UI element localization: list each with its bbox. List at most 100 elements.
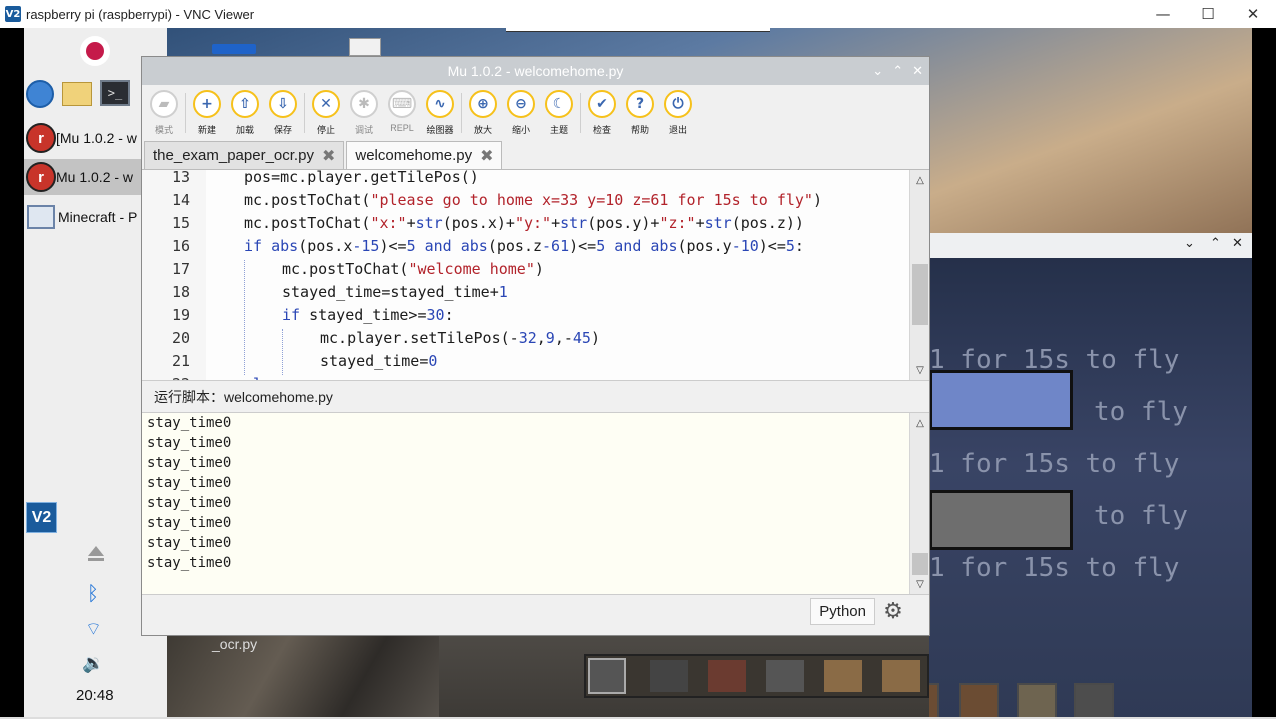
file-manager-icon[interactable] (62, 82, 92, 106)
output-line: stay_time0 (147, 415, 232, 431)
hotbar-slot[interactable] (882, 660, 920, 692)
toolbar-button-help[interactable]: ? 帮助 (621, 85, 659, 141)
scroll-down-icon[interactable]: ▽ (912, 362, 928, 378)
toolbar-button-mode[interactable]: ▰ 模式 (145, 85, 183, 141)
toolbar-button-plotter[interactable]: ∿ 绘图器 (421, 85, 459, 141)
vnc-server-icon[interactable]: V2 (26, 502, 57, 533)
hotbar-slot[interactable] (929, 683, 939, 717)
minecraft-hotbar[interactable] (584, 654, 929, 698)
code-line[interactable]: pos=mc.player.getTilePos() (244, 170, 479, 186)
vnc-logo-icon: V2 (5, 6, 21, 22)
desktop-document-icon[interactable] (349, 38, 381, 56)
hotbar-slot[interactable] (1017, 683, 1057, 717)
mu-titlebar[interactable]: Mu 1.0.2 - welcomehome.py ⌄ ⌃ ✕ (142, 57, 929, 85)
toolbar-button-load[interactable]: ⇧ 加载 (226, 85, 264, 141)
toolbar-button-debug[interactable]: ✱ 调试 (345, 85, 383, 141)
toolbar-button-zoom-out[interactable]: ⊖ 缩小 (502, 85, 540, 141)
volume-icon[interactable]: 🔉 (82, 653, 104, 674)
scroll-up-icon[interactable]: △ (912, 415, 928, 431)
minimize-button[interactable]: — (1140, 0, 1186, 28)
mode-indicator[interactable]: Python (810, 598, 875, 625)
toolbar-label: 新建 (197, 125, 216, 135)
task-label: Minecraft - P (58, 209, 138, 225)
mu-minimize-icon[interactable]: ⌄ (872, 64, 883, 79)
code-line[interactable]: stayed_time=0 (320, 352, 437, 370)
line-number: 15 (171, 214, 190, 232)
hotbar-selected-slot[interactable] (588, 658, 626, 694)
toolbar-button-quit[interactable]: ⏻ 退出 (659, 85, 697, 141)
bluetooth-icon[interactable]: ᛒ (87, 581, 99, 605)
mu-toolbar: ▰ 模式 + 新建 ⇧ 加载 ⇩ 保存 ✕ 停止 ✱ 调试 ⌨ REPL ∿ 绘图器 ⊕ 放大 ⊖ 缩小 ☾ 主题 ✔ 检查?… (142, 85, 929, 141)
mu-editor-window[interactable]: Mu 1.0.2 - welcomehome.py ⌄ ⌃ ✕ ▰ 模式 + 新建 ⇧ 加… (141, 56, 930, 636)
code-line[interactable]: if abs(pos.x-15)<=5 and abs(pos.z-61)<=5… (244, 237, 804, 255)
quit-icon: ⏻ (664, 90, 692, 118)
code-editor[interactable]: 13 14 15 16 17 18 19 20 21 22 pos=mc.player.getTi… (142, 170, 929, 381)
tab-welcomehome[interactable]: welcomehome.py ✖ (346, 141, 503, 169)
toolbar-label: 加载 (235, 125, 254, 135)
editor-scrollbar[interactable]: △ ▽ (909, 170, 929, 380)
toolbar-button-new[interactable]: + 新建 (188, 85, 226, 141)
tab-the-exam-paper-ocr[interactable]: the_exam_paper_ocr.py ✖ (144, 141, 345, 169)
toolbar-label: 调试 (354, 125, 373, 135)
hotbar-slot[interactable] (824, 660, 862, 692)
clock[interactable]: 20:48 (76, 687, 114, 704)
scroll-up-icon[interactable]: △ (912, 172, 928, 188)
toolbar-button-zoom-in[interactable]: ⊕ 放大 (464, 85, 502, 141)
code-line[interactable]: mc.postToChat("x:"+str(pos.x)+"y:"+str(p… (244, 214, 804, 232)
code-line[interactable]: stayed_time=stayed_time+1 (282, 283, 508, 301)
eject-icon[interactable] (88, 546, 104, 556)
desktop-file-label[interactable]: _ocr.py (212, 636, 257, 652)
mu-window-title: Mu 1.0.2 - welcomehome.py (447, 63, 624, 79)
zoom-out-icon: ⊖ (507, 90, 535, 118)
minecraft-game-view[interactable]: 1 for 15s to fly to fly 1 for 15s to fly… (929, 258, 1252, 717)
plotter-icon: ∿ (426, 90, 454, 118)
runner-output[interactable]: stay_time0 stay_time0 stay_time0 stay_time0… (142, 412, 929, 595)
mc-menu-button[interactable] (929, 490, 1073, 550)
toolbar-button-stop[interactable]: ✕ 停止 (307, 85, 345, 141)
minecraft-minimize-icon[interactable]: ⌄ (1184, 236, 1195, 251)
mu-status-bar: Python ⚙ (142, 595, 929, 627)
close-button[interactable]: ✕ (1230, 0, 1276, 28)
mc-chat-line: 1 for 15s to fly (929, 553, 1180, 583)
maximize-button[interactable]: ☐ (1185, 0, 1231, 28)
tab-label: the_exam_paper_ocr.py (153, 147, 314, 164)
code-line[interactable]: mc.postToChat("welcome home") (282, 260, 544, 278)
toolbar-button-repl[interactable]: ⌨ REPL (383, 85, 421, 141)
scrollbar-thumb[interactable] (912, 264, 928, 325)
tab-close-icon[interactable]: ✖ (322, 146, 335, 166)
runner-header: 运行脚本：welcomehome.py (142, 381, 929, 412)
minecraft-window[interactable]: ⌄ ⌃ ✕ 1 for 15s to fly to fly 1 for 15s … (929, 233, 1252, 717)
desktop-trash-icon[interactable] (212, 44, 256, 54)
scrollbar-thumb[interactable] (912, 553, 928, 575)
toolbar-button-check[interactable]: ✔ 检查 (583, 85, 621, 141)
runner-scrollbar[interactable]: △ ▽ (909, 413, 929, 594)
hotbar-slot[interactable] (959, 683, 999, 717)
code-line[interactable]: el (244, 375, 262, 380)
mc-menu-button[interactable] (929, 370, 1073, 430)
hotbar-slot[interactable] (1074, 683, 1114, 717)
hotbar-slot[interactable] (708, 660, 746, 692)
code-line[interactable]: if stayed_time>=30: (282, 306, 454, 324)
desktop-window-edge (506, 28, 770, 32)
indent-guide (244, 260, 245, 375)
hotbar-slot[interactable] (650, 660, 688, 692)
minecraft-close-icon[interactable]: ✕ (1232, 236, 1243, 251)
hotbar-slot[interactable] (766, 660, 804, 692)
toolbar-separator (304, 93, 305, 133)
browser-icon[interactable] (26, 80, 54, 108)
mc-chat-line: to fly (1094, 397, 1188, 427)
raspberry-menu-icon[interactable] (80, 36, 110, 66)
mu-maximize-icon[interactable]: ⌃ (892, 64, 903, 79)
code-line[interactable]: mc.player.setTilePos(-32,9,-45) (320, 329, 600, 347)
code-line[interactable]: mc.postToChat("please go to home x=33 y=… (244, 191, 822, 209)
terminal-icon[interactable]: >_ (100, 80, 130, 106)
toolbar-separator (185, 93, 186, 133)
mu-close-icon[interactable]: ✕ (912, 64, 923, 79)
toolbar-button-save[interactable]: ⇩ 保存 (264, 85, 302, 141)
scroll-down-icon[interactable]: ▽ (912, 576, 928, 592)
tab-close-icon[interactable]: ✖ (480, 146, 493, 166)
toolbar-button-theme[interactable]: ☾ 主题 (540, 85, 578, 141)
gear-icon[interactable]: ⚙ (879, 598, 907, 625)
wifi-icon[interactable]: ⌔ (85, 618, 102, 641)
minecraft-maximize-icon[interactable]: ⌃ (1210, 236, 1221, 251)
